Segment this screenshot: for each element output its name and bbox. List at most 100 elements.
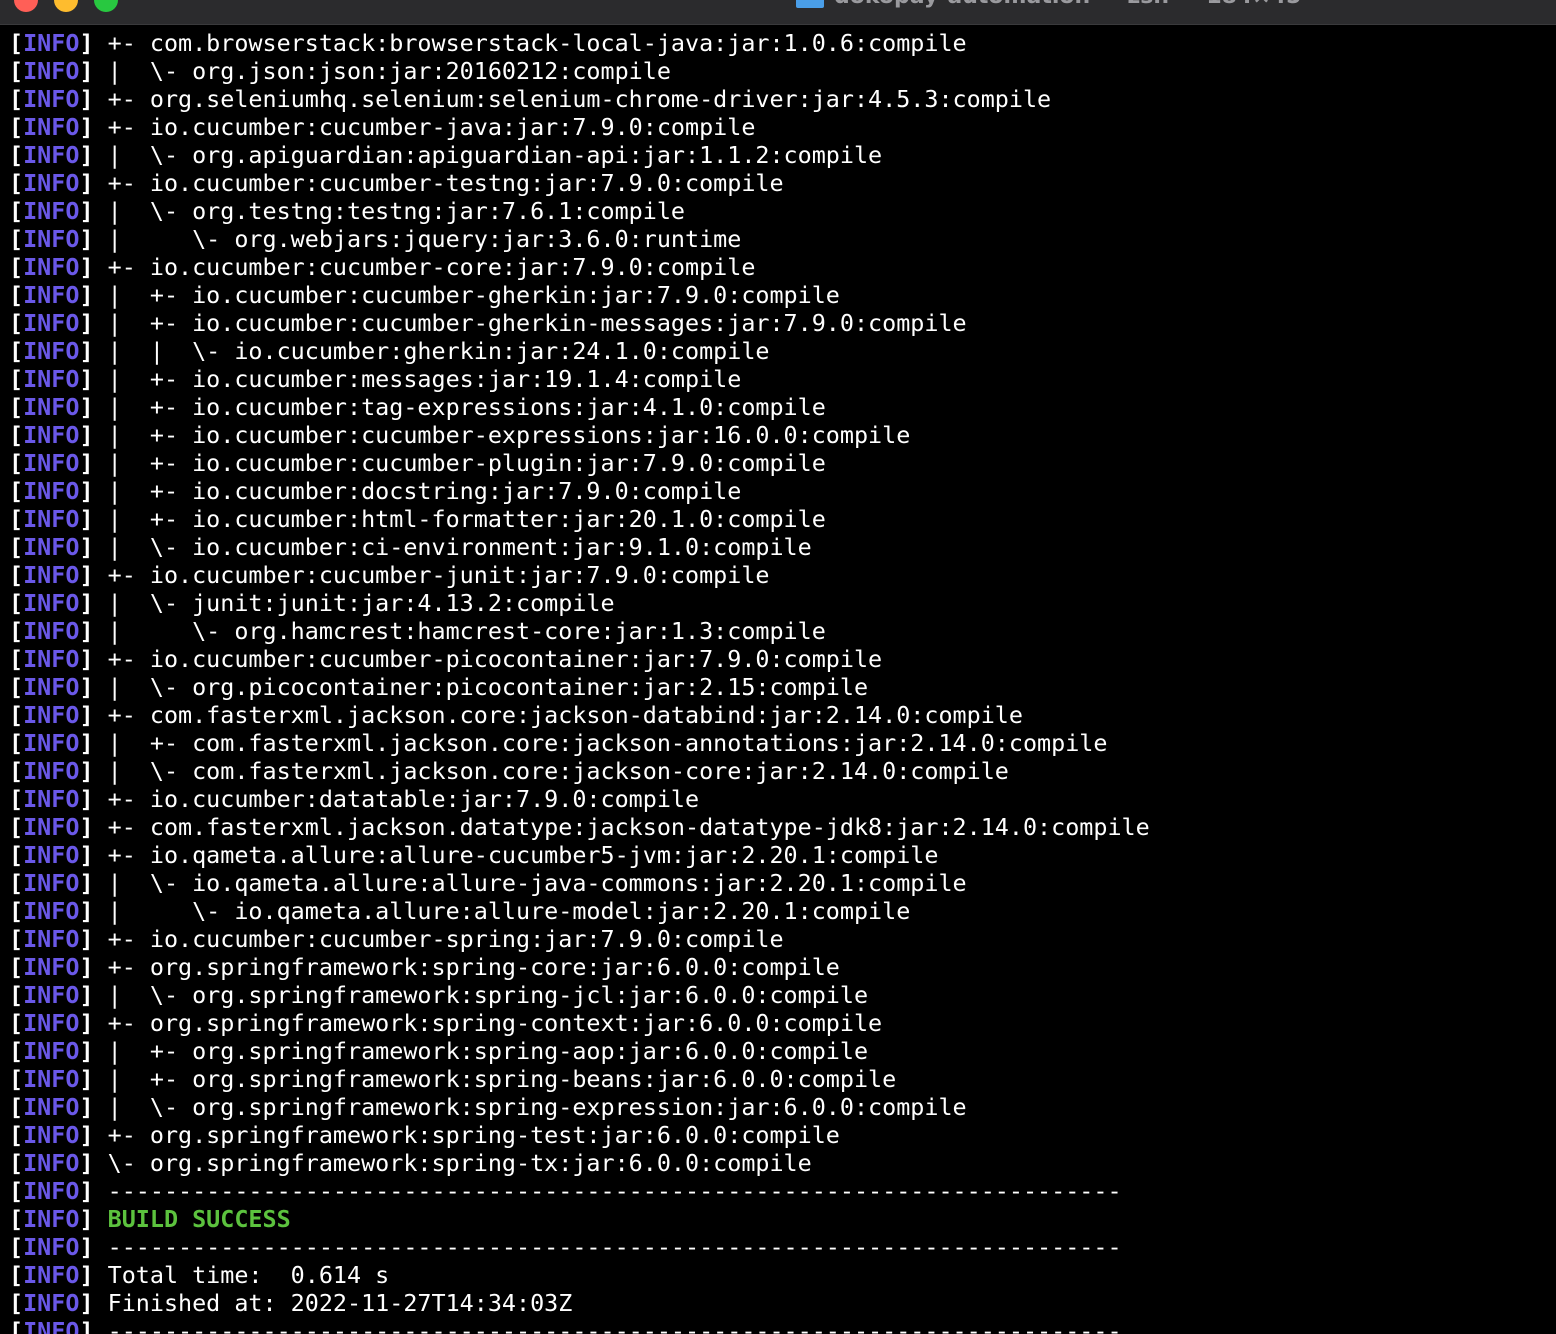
log-level: INFO — [23, 1009, 80, 1037]
log-bracket: [ — [9, 533, 24, 561]
log-message: | | \- io.cucumber:gherkin:jar:24.1.0:co… — [107, 337, 770, 365]
log-level: INFO — [23, 1289, 80, 1317]
log-level: INFO — [23, 1261, 80, 1289]
log-level: INFO — [23, 1233, 80, 1261]
log-message: | +- io.cucumber:cucumber-gherkin-messag… — [107, 309, 967, 337]
log-level: INFO — [23, 1205, 80, 1233]
log-message: | \- org.testng:testng:jar:7.6.1:compile — [107, 197, 685, 225]
log-bracket: ] — [79, 897, 108, 925]
log-message: +- io.cucumber:datatable:jar:7.9.0:compi… — [107, 785, 700, 813]
log-line: [INFO] +- io.cucumber:cucumber-java:jar:… — [9, 113, 1556, 141]
log-bracket: ] — [79, 197, 108, 225]
log-line: [INFO] | \- junit:junit:jar:4.13.2:compi… — [9, 589, 1556, 617]
log-message: | +- io.cucumber:tag-expressions:jar:4.1… — [107, 393, 826, 421]
build-status: BUILD SUCCESS — [107, 1205, 291, 1233]
log-bracket: ] — [79, 253, 108, 281]
log-bracket: [ — [9, 953, 24, 981]
log-level: INFO — [23, 785, 80, 813]
log-message: | +- io.cucumber:cucumber-gherkin:jar:7.… — [107, 281, 840, 309]
log-level: INFO — [23, 981, 80, 1009]
log-bracket: ] — [79, 169, 108, 197]
log-bracket: [ — [9, 505, 24, 533]
log-level: INFO — [23, 309, 80, 337]
log-bracket: [ — [9, 869, 24, 897]
log-bracket: ] — [79, 309, 108, 337]
log-level: INFO — [23, 421, 80, 449]
log-line: [INFO] +- io.cucumber:cucumber-spring:ja… — [9, 925, 1556, 953]
log-line: [INFO] | \- io.qameta.allure:allure-mode… — [9, 897, 1556, 925]
log-line: [INFO] Total time: 0.614 s — [9, 1261, 1556, 1289]
log-line: [INFO] +- io.cucumber:cucumber-testng:ja… — [9, 169, 1556, 197]
log-bracket: ] — [79, 365, 108, 393]
log-bracket: ] — [79, 1065, 108, 1093]
log-bracket: ] — [79, 57, 108, 85]
log-level: INFO — [23, 57, 80, 85]
log-bracket: [ — [9, 701, 24, 729]
minimize-window-button[interactable] — [54, 0, 78, 12]
log-message: ----------------------------------------… — [107, 1233, 1122, 1261]
log-level: INFO — [23, 617, 80, 645]
log-level: INFO — [23, 85, 80, 113]
log-bracket: [ — [9, 897, 24, 925]
log-bracket: [ — [9, 477, 24, 505]
log-bracket: [ — [9, 645, 24, 673]
close-window-button[interactable] — [14, 0, 38, 12]
log-message: | +- com.fasterxml.jackson.core:jackson-… — [107, 729, 1108, 757]
log-line: [INFO] +- io.qameta.allure:allure-cucumb… — [9, 841, 1556, 869]
log-bracket: [ — [9, 785, 24, 813]
log-level: INFO — [23, 1065, 80, 1093]
log-bracket: ] — [79, 1233, 108, 1261]
log-bracket: ] — [79, 1177, 108, 1205]
log-bracket: ] — [79, 393, 108, 421]
log-level: INFO — [23, 477, 80, 505]
log-bracket: ] — [79, 477, 108, 505]
log-bracket: ] — [79, 337, 108, 365]
log-bracket: [ — [9, 57, 24, 85]
log-bracket: [ — [9, 85, 24, 113]
log-bracket: ] — [79, 617, 108, 645]
log-line: [INFO] | \- com.fasterxml.jackson.core:j… — [9, 757, 1556, 785]
log-message: | +- org.springframework:spring-beans:ja… — [107, 1065, 897, 1093]
folder-icon — [796, 0, 824, 8]
log-line: [INFO] | \- org.hamcrest:hamcrest-core:j… — [9, 617, 1556, 645]
log-line: [INFO] | \- org.picocontainer:picocontai… — [9, 673, 1556, 701]
log-line: [INFO] | \- io.qameta.allure:allure-java… — [9, 869, 1556, 897]
log-bracket: ] — [79, 813, 108, 841]
log-line: [INFO] | +- io.cucumber:messages:jar:19.… — [9, 365, 1556, 393]
log-bracket: [ — [9, 1289, 24, 1317]
log-bracket: ] — [79, 1093, 108, 1121]
log-level: INFO — [23, 813, 80, 841]
log-bracket: [ — [9, 1009, 24, 1037]
log-line: [INFO] | +- org.springframework:spring-a… — [9, 1037, 1556, 1065]
log-line: [INFO] +- org.springframework:spring-tes… — [9, 1121, 1556, 1149]
window-titlebar: dokopay-automation — zsh — 184×45 — [0, 0, 1556, 25]
log-bracket: [ — [9, 673, 24, 701]
log-level: INFO — [23, 561, 80, 589]
log-bracket: [ — [9, 309, 24, 337]
log-level: INFO — [23, 113, 80, 141]
log-bracket: ] — [79, 449, 108, 477]
log-line: [INFO] | +- io.cucumber:tag-expressions:… — [9, 393, 1556, 421]
log-bracket: ] — [79, 113, 108, 141]
log-message: | +- io.cucumber:docstring:jar:7.9.0:com… — [107, 477, 742, 505]
log-bracket: ] — [79, 981, 108, 1009]
log-bracket: ] — [79, 1317, 108, 1334]
log-line: [INFO] +- com.fasterxml.jackson.datatype… — [9, 813, 1556, 841]
log-bracket: [ — [9, 617, 24, 645]
log-bracket: ] — [79, 1289, 108, 1317]
log-bracket: [ — [9, 1261, 24, 1289]
log-message: | \- io.qameta.allure:allure-model:jar:2… — [107, 897, 911, 925]
log-bracket: [ — [9, 29, 24, 57]
log-bracket: [ — [9, 1093, 24, 1121]
log-level: INFO — [23, 589, 80, 617]
zoom-window-button[interactable] — [94, 0, 118, 12]
log-bracket: ] — [79, 841, 108, 869]
log-line: [INFO] +- com.browserstack:browserstack-… — [9, 29, 1556, 57]
log-message: | \- org.hamcrest:hamcrest-core:jar:1.3:… — [107, 617, 826, 645]
log-message: | +- io.cucumber:messages:jar:19.1.4:com… — [107, 365, 742, 393]
log-level: INFO — [23, 197, 80, 225]
terminal-output[interactable]: [INFO] +- com.browserstack:browserstack-… — [9, 29, 1556, 1334]
log-level: INFO — [23, 337, 80, 365]
log-bracket: ] — [79, 29, 108, 57]
log-line: [INFO] | \- org.springframework:spring-j… — [9, 981, 1556, 1009]
